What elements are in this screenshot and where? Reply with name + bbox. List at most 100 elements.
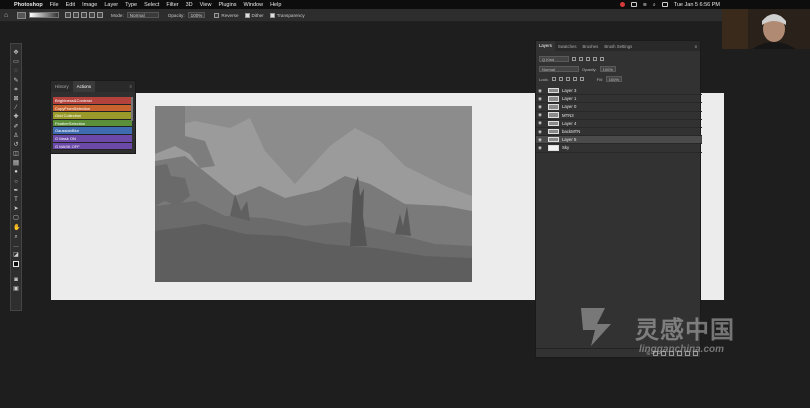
layer-row[interactable]: ◉ Layer 0 — [536, 103, 702, 112]
shape-filter-icon[interactable] — [593, 57, 597, 61]
layer-name[interactable]: Layer 5 — [562, 137, 576, 142]
eye-icon[interactable]: ◉ — [536, 145, 544, 151]
layer-row-selected[interactable]: ◉ Layer 5 — [536, 136, 702, 145]
action-g-mask-on[interactable]: G Mask ON — [53, 134, 132, 143]
wifi-icon[interactable]: ≋ — [643, 2, 647, 8]
quick-select-tool-icon[interactable]: ✎ — [13, 78, 19, 84]
control-center-icon[interactable] — [661, 2, 668, 7]
action-brightness-contrast[interactable]: Brightness&Contrast — [53, 97, 132, 105]
action-gaussian-blur[interactable]: GaussianBlur — [53, 127, 132, 135]
app-name[interactable]: Photoshop — [14, 2, 43, 8]
tab-actions[interactable]: Actions — [72, 81, 96, 92]
opacity-field[interactable]: 100% — [599, 66, 616, 72]
eye-icon[interactable]: ◉ — [536, 137, 544, 143]
blend-mode-dropdown[interactable]: Normal — [539, 66, 579, 72]
eye-icon[interactable]: ◉ — [536, 129, 544, 135]
pen-tool-icon[interactable]: ✒ — [13, 188, 19, 194]
action-g-mask-off[interactable]: G MASK OFF — [53, 142, 132, 151]
adjustment-filter-icon[interactable] — [579, 57, 583, 61]
pixel-filter-icon[interactable] — [572, 57, 576, 61]
frame-tool-icon[interactable]: ⊠ — [13, 96, 19, 102]
layer-name[interactable]: Layer 1 — [562, 96, 576, 101]
panel-menu-icon[interactable]: ≡ — [130, 84, 132, 89]
menu-plugins[interactable]: Plugins — [218, 2, 236, 8]
gradient-picker[interactable] — [29, 12, 59, 18]
layer-name[interactable]: Sky — [562, 145, 569, 150]
search-icon[interactable]: ⌕ — [653, 2, 656, 8]
hand-tool-icon[interactable]: ✋ — [13, 225, 20, 231]
brush-tool-icon[interactable]: ✐ — [13, 124, 19, 130]
screen-mode-icon[interactable]: ▣ — [13, 286, 19, 292]
dodge-tool-icon[interactable]: ○ — [13, 179, 19, 185]
smart-object-filter-icon[interactable] — [600, 57, 604, 61]
history-brush-tool-icon[interactable]: ↺ — [13, 142, 19, 148]
blur-tool-icon[interactable]: ● — [13, 169, 19, 175]
layer-row[interactable]: ◉ Sky — [536, 144, 702, 153]
type-tool-icon[interactable]: T — [13, 197, 19, 203]
diamond-gradient-button[interactable] — [97, 12, 103, 18]
tab-layers[interactable]: Layers — [536, 41, 555, 51]
layer-name[interactable]: Layer 4 — [562, 121, 576, 126]
move-tool-icon[interactable]: ✥ — [13, 50, 19, 56]
battery-icon[interactable] — [630, 2, 637, 7]
default-colors-icon[interactable]: ◪ — [13, 252, 19, 258]
panel-menu-icon[interactable]: ≡ — [694, 44, 697, 49]
layer-name[interactable]: Layer 3 — [562, 88, 576, 93]
actions-scrollbar[interactable] — [131, 97, 133, 121]
lock-artboard-icon[interactable] — [572, 77, 577, 81]
lock-all-icon[interactable] — [579, 77, 584, 81]
lasso-tool-icon[interactable]: ◌ — [13, 68, 19, 74]
eye-icon[interactable]: ◉ — [536, 96, 544, 102]
action-grid-collection[interactable]: Grid Collection — [53, 112, 132, 120]
menu-type[interactable]: Type — [125, 2, 137, 8]
reflected-gradient-button[interactable] — [89, 12, 95, 18]
layer-row[interactable]: ◉ MTN3 — [536, 112, 702, 120]
shape-tool-icon[interactable]: ▢ — [13, 215, 19, 221]
kind-filter-dropdown[interactable]: Q Kind — [539, 56, 569, 62]
eye-icon[interactable]: ◉ — [536, 120, 544, 126]
tab-brush-settings[interactable]: Brush Settings — [601, 44, 635, 49]
radial-gradient-button[interactable] — [73, 12, 79, 18]
layer-row[interactable]: ◉ backMTN — [536, 128, 702, 137]
menu-edit[interactable]: Edit — [66, 2, 75, 8]
path-select-tool-icon[interactable]: ➤ — [13, 206, 19, 212]
gradient-tool-icon[interactable]: ▤ — [13, 160, 19, 167]
menu-help[interactable]: Help — [270, 2, 281, 8]
reverse-checkbox[interactable] — [214, 12, 220, 18]
tab-brushes[interactable]: Brushes — [580, 44, 602, 49]
eye-icon[interactable]: ◉ — [536, 88, 544, 94]
transparency-checkbox[interactable] — [269, 12, 275, 18]
layer-row[interactable]: ◉ Layer 4 — [536, 120, 702, 128]
lock-transparent-icon[interactable] — [551, 77, 556, 81]
gradient-tool-icon[interactable] — [17, 11, 26, 19]
zoom-tool-icon[interactable]: ⌕ — [13, 234, 19, 240]
dither-checkbox[interactable] — [244, 12, 250, 18]
eraser-tool-icon[interactable]: ◫ — [13, 151, 19, 157]
eye-icon[interactable]: ◉ — [536, 112, 544, 118]
healing-tool-icon[interactable]: ✚ — [13, 114, 19, 120]
lock-position-icon[interactable] — [565, 77, 570, 81]
layer-name[interactable]: MTN3 — [562, 113, 574, 118]
menu-view[interactable]: View — [200, 2, 212, 8]
fill-field[interactable]: 100% — [605, 76, 623, 82]
more-tools-icon[interactable]: … — [13, 243, 19, 249]
quick-mask-icon[interactable]: ◙ — [13, 277, 19, 283]
layer-name[interactable]: backMTN — [562, 129, 580, 134]
angle-gradient-button[interactable] — [81, 12, 87, 18]
home-icon[interactable]: ⌂ — [4, 12, 11, 19]
opacity-field[interactable]: 100% — [187, 12, 206, 18]
color-swatches-icon[interactable] — [13, 261, 19, 268]
record-icon[interactable] — [619, 2, 625, 7]
menu-window[interactable]: Window — [244, 2, 264, 8]
menu-image[interactable]: Image — [82, 2, 97, 8]
marquee-tool-icon[interactable]: ▭ — [13, 59, 19, 65]
layer-row[interactable]: ◉ Layer 3 — [536, 87, 702, 96]
eyedropper-tool-icon[interactable]: ⁄ — [13, 105, 19, 111]
menu-3d[interactable]: 3D — [186, 2, 193, 8]
menu-layer[interactable]: Layer — [104, 2, 118, 8]
action-copy-from-selection[interactable]: CopyFromSelection — [53, 104, 132, 113]
layer-name[interactable]: Layer 0 — [562, 104, 576, 109]
tab-swatches[interactable]: Swatches — [555, 44, 580, 49]
mode-dropdown[interactable]: Normal — [126, 12, 159, 18]
menu-select[interactable]: Select — [144, 2, 159, 8]
